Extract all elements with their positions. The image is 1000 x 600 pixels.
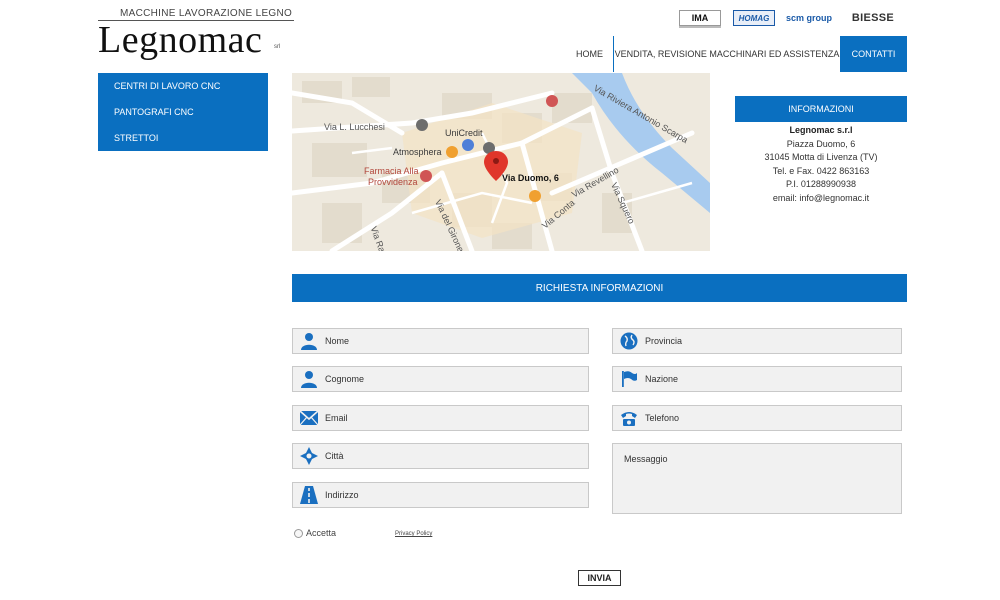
user-icon xyxy=(293,367,325,391)
user-icon xyxy=(293,329,325,353)
indirizzo-field xyxy=(292,482,589,508)
sidebar-item-strettoi[interactable]: STRETTOI xyxy=(98,125,268,151)
map-graphic xyxy=(292,73,710,251)
email-input[interactable] xyxy=(325,407,584,429)
contact-info: Legnomac s.r.l Piazza Duomo, 6 31045 Mot… xyxy=(735,124,907,205)
nav-home[interactable]: HOME xyxy=(566,36,614,72)
accept-radio[interactable] xyxy=(294,528,303,538)
partner-logo-homag[interactable]: HOMAG xyxy=(733,10,775,26)
road-icon xyxy=(293,483,325,507)
globe-icon xyxy=(613,329,645,353)
privacy-policy-link[interactable]: Privacy Policy xyxy=(395,531,432,537)
partner-logos: IMA HOMAG scm group BIESSE xyxy=(679,10,907,28)
sidebar-item-centri-di-lavoro[interactable]: CENTRI DI LAVORO CNC xyxy=(98,73,268,99)
form-title: RICHIESTA INFORMAZIONI xyxy=(292,274,907,302)
nav-contatti[interactable]: CONTATTI xyxy=(840,36,907,72)
compass-icon xyxy=(293,444,325,468)
logo-suffix: srl xyxy=(274,44,281,50)
envelope-icon xyxy=(293,406,325,430)
info-title: INFORMAZIONI xyxy=(735,96,907,122)
sidebar-item-pantografi[interactable]: PANTOGRAFI CNC xyxy=(98,99,268,125)
messaggio-textarea[interactable] xyxy=(613,444,901,513)
phone-icon xyxy=(613,406,645,430)
citta-field xyxy=(292,443,589,469)
messaggio-field xyxy=(612,443,902,514)
address-line-1: Piazza Duomo, 6 xyxy=(786,138,856,149)
cognome-input[interactable] xyxy=(325,368,584,390)
nav-vendita[interactable]: VENDITA, REVISIONE MACCHINARI ED ASSISTE… xyxy=(614,36,840,72)
partner-logo-biesse[interactable]: BIESSE xyxy=(842,10,904,26)
nazione-input[interactable] xyxy=(645,368,897,390)
cognome-field xyxy=(292,366,589,392)
submit-button[interactable]: INVIA xyxy=(578,570,621,586)
partner-logo-scm[interactable]: scm group xyxy=(781,10,837,26)
map-label-unicredit: UniCredit xyxy=(445,128,483,138)
company-name: Legnomac s.r.l xyxy=(789,125,853,135)
location-map[interactable]: Via L. Lucchesi UniCredit Atmosphera Far… xyxy=(292,73,710,251)
phone-fax: Tel. e Fax. 0422 863163 xyxy=(772,165,870,176)
map-marker-label: Via Duomo, 6 xyxy=(502,173,559,183)
provincia-input[interactable] xyxy=(645,330,897,352)
contact-email[interactable]: email: info@legnomac.it xyxy=(735,192,907,206)
accept-label: Accetta xyxy=(306,528,337,538)
map-label-farmacia-2: Provvidenza xyxy=(368,177,418,187)
nome-input[interactable] xyxy=(325,330,584,352)
indirizzo-input[interactable] xyxy=(325,484,584,506)
vat-number: P.I. 01288990938 xyxy=(786,179,856,189)
map-label-via-lucchesi: Via L. Lucchesi xyxy=(324,122,385,132)
accept-option[interactable]: Accetta xyxy=(294,528,336,538)
telefono-field xyxy=(612,405,902,431)
map-label-farmacia-1: Farmacia Alla xyxy=(364,166,419,176)
telefono-input[interactable] xyxy=(645,407,897,429)
address-line-2: 31045 Motta di Livenza (TV) xyxy=(764,152,878,162)
provincia-field xyxy=(612,328,902,354)
flag-icon xyxy=(613,367,645,391)
main-nav: HOME VENDITA, REVISIONE MACCHINARI ED AS… xyxy=(566,36,907,72)
nazione-field xyxy=(612,366,902,392)
sidebar-menu: CENTRI DI LAVORO CNC PANTOGRAFI CNC STRE… xyxy=(98,73,268,151)
partner-logo-ima[interactable]: IMA xyxy=(679,10,721,26)
nome-field xyxy=(292,328,589,354)
logo-name: Legnomac xyxy=(98,19,263,61)
citta-input[interactable] xyxy=(325,445,584,467)
map-label-atmosphera: Atmosphera xyxy=(393,147,442,157)
email-field xyxy=(292,405,589,431)
